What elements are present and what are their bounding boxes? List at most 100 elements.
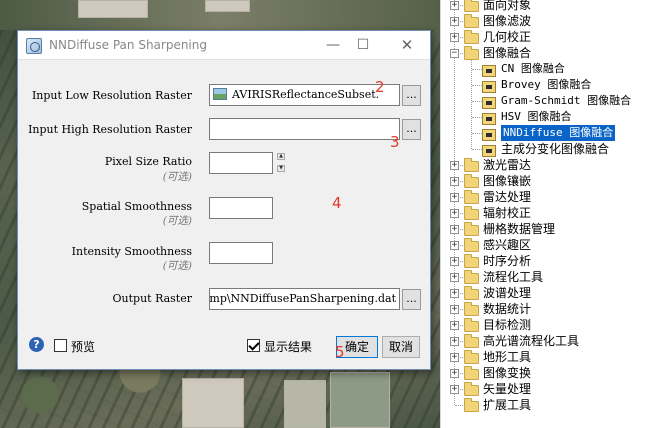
tree-item-label: 栅格数据管理 [483,222,556,236]
folder-icon [464,30,479,44]
tree-item-label: 辐射校正 [483,206,532,220]
tree-item-label: CN 图像融合 [501,62,565,75]
tool-icon [482,65,496,77]
tree-folder-item[interactable]: + 面向对象 [440,0,665,13]
folder-icon [464,286,479,300]
tree-item-label: 时序分析 [483,254,532,268]
tree-item-label: NNDiffuse 图像融合 [499,124,617,142]
expand-icon[interactable]: + [450,209,459,218]
expand-icon[interactable]: + [450,353,459,362]
toolbox-tree: + 面向对象 + 图像滤波 + 几何校正 − 图像融合 CN 图像融合 Brovey 图像融合 Gr… [440,0,665,428]
cancel-button[interactable]: 取消 [382,336,420,358]
dialog-titlebar: NNDiffuse Pan Sharpening — ☐ ✕ [18,31,430,60]
pixel-size-input[interactable] [209,152,273,174]
tree-folder-item[interactable]: + 矢量处理 [440,381,665,397]
folder-icon [464,270,479,284]
tree-folder-item[interactable]: + 辐射校正 [440,205,665,221]
pixel-size-label: Pixel Size Ratio [104,155,192,168]
output-raster-input[interactable]: Temp\NNDiffusePanSharpening.dat [209,288,400,310]
folder-icon [464,350,479,364]
maximize-button[interactable]: ☐ [348,34,378,56]
tree-folder-item[interactable]: + 图像镶嵌 [440,173,665,189]
tool-icon [482,145,496,157]
tree-item-label: 感兴趣区 [483,238,532,252]
spatial-smoothness-input[interactable] [209,197,273,219]
expand-icon[interactable]: + [450,273,459,282]
tool-icon [482,97,496,109]
intensity-smoothness-label: Intensity Smoothness [71,245,192,258]
tree-folder-item[interactable]: 扩展工具 [440,397,665,413]
preview-checkbox[interactable] [54,339,67,352]
tree-folder-item[interactable]: + 高光谱流程化工具 [440,333,665,349]
tree-tool-item[interactable]: CN 图像融合 [440,61,665,77]
low-res-browse-button[interactable]: ... [402,85,421,106]
high-res-browse-button[interactable]: ... [402,119,421,140]
help-icon[interactable]: ? [29,337,44,352]
collapse-icon[interactable]: − [450,49,459,58]
tree-folder-item[interactable]: + 时序分析 [440,253,665,269]
tree-folder-item[interactable]: + 激光雷达 [440,157,665,173]
tree-connector [472,149,482,150]
high-res-input[interactable] [209,118,400,140]
tree-tool-item[interactable]: NNDiffuse 图像融合 [440,124,665,142]
expand-icon[interactable]: + [450,225,459,234]
dialog-title: NNDiffuse Pan Sharpening [49,38,207,52]
expand-icon[interactable]: + [450,321,459,330]
folder-icon [464,222,479,236]
tree-connector [472,133,482,134]
folder-icon [464,206,479,220]
tree-tool-item[interactable]: Brovey 图像融合 [440,77,665,93]
expand-icon[interactable]: + [450,337,459,346]
close-button[interactable]: ✕ [392,34,422,56]
tool-icon [482,129,496,141]
tree-item-label: 图像融合 [483,46,532,60]
tree-folder-item[interactable]: + 感兴趣区 [440,237,665,253]
tree-folder-item[interactable]: + 几何校正 [440,29,665,45]
tree-folder-item[interactable]: + 数据统计 [440,301,665,317]
tree-tool-item[interactable]: HSV 图像融合 [440,109,665,125]
intensity-smoothness-input[interactable] [209,242,273,264]
folder-icon [464,398,479,412]
expand-icon[interactable]: + [450,17,459,26]
expand-icon[interactable]: + [450,305,459,314]
annotation-5: 5 [335,343,345,361]
tree-tool-item[interactable]: 主成分变化图像融合 [440,141,665,157]
folder-icon [464,0,479,12]
expand-icon[interactable]: + [450,1,459,10]
expand-icon[interactable]: + [450,177,459,186]
expand-icon[interactable]: + [450,385,459,394]
tree-item-label: 地形工具 [483,350,532,364]
high-res-label: Input High Resolution Raster [28,123,192,136]
expand-icon[interactable]: + [450,257,459,266]
tree-tool-item[interactable]: Gram-Schmidt 图像融合 [440,93,665,109]
expand-icon[interactable]: + [450,33,459,42]
tree-connector [472,85,482,86]
tree-folder-item[interactable]: + 波谱处理 [440,285,665,301]
folder-icon [464,302,479,316]
tree-folder-item[interactable]: + 雷达处理 [440,189,665,205]
expand-icon[interactable]: + [450,241,459,250]
expand-icon[interactable]: + [450,289,459,298]
tree-item-label: Brovey 图像融合 [501,78,592,91]
low-res-input[interactable]: AVIRISReflectanceSubset. [209,84,400,106]
spin-up-button[interactable]: ▲ [277,153,285,160]
tree-folder-item[interactable]: + 目标检测 [440,317,665,333]
tree-folder-item[interactable]: + 地形工具 [440,349,665,365]
show-result-checkbox[interactable] [247,339,260,352]
tree-item-label: 图像变换 [483,366,532,380]
tree-folder-item[interactable]: + 图像变换 [440,365,665,381]
field-patch [78,0,148,18]
expand-icon[interactable]: + [450,193,459,202]
expand-icon[interactable]: + [450,369,459,378]
tree-folder-item[interactable]: + 图像滤波 [440,13,665,29]
output-browse-button[interactable]: ... [402,289,421,310]
tree-folder-item[interactable]: + 流程化工具 [440,269,665,285]
folder-icon [464,158,479,172]
minimize-button[interactable]: — [318,34,348,56]
tree-folder-item[interactable]: + 栅格数据管理 [440,221,665,237]
expand-icon[interactable]: + [450,161,459,170]
tree-folder-item[interactable]: − 图像融合 [440,45,665,61]
pixel-size-optional: (可选) [162,171,192,183]
tree-connector [472,69,482,70]
spin-down-button[interactable]: ▼ [277,165,285,172]
